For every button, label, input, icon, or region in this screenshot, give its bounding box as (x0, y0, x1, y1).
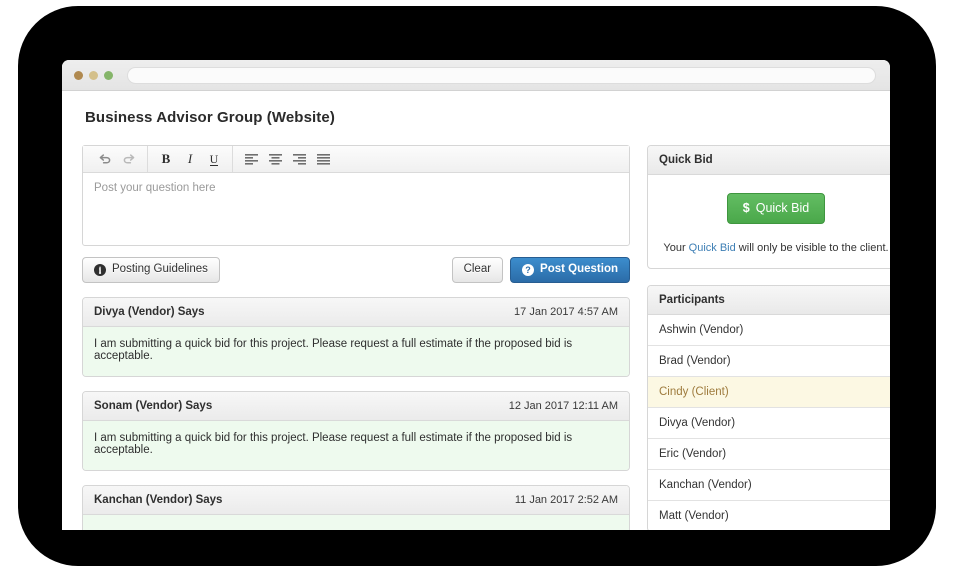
post-author: Kanchan (Vendor) Says (94, 494, 223, 506)
sidebar: Quick Bid $ Quick Bid Your Quick Bid wil… (647, 145, 890, 530)
quick-bid-panel: Quick Bid $ Quick Bid Your Quick Bid wil… (647, 145, 890, 269)
participants-panel-title: Participants (648, 285, 890, 315)
list-item[interactable]: Matt (Vendor) (648, 501, 890, 531)
participants-panel: Participants Ashwin (Vendor) Brad (Vendo… (647, 284, 890, 531)
browser-window: Business Advisor Group (Website) B I U P… (62, 60, 890, 530)
list-item[interactable]: Ashwin (Vendor) (648, 315, 890, 346)
main-column: B I U Post your question here i Posting … (82, 145, 630, 530)
editor-toolbar: B I U (83, 146, 629, 173)
post-item: Kanchan (Vendor) Says 11 Jan 2017 2:52 A… (82, 485, 630, 530)
post-header: Divya (Vendor) Says 17 Jan 2017 4:57 AM (83, 298, 629, 327)
post-body: I am submitting a quick bid for this pro… (83, 421, 629, 470)
bold-icon[interactable]: B (154, 149, 178, 170)
editor-actions: i Posting Guidelines Clear ? Post Questi… (82, 257, 630, 283)
quick-bid-button-label: Quick Bid (755, 201, 810, 215)
post-author: Divya (Vendor) Says (94, 306, 205, 318)
post-question-label: Post Question (540, 263, 618, 276)
post-date: 11 Jan 2017 2:52 AM (514, 494, 618, 506)
two-column-layout: B I U Post your question here i Posting … (82, 145, 890, 530)
post-header: Kanchan (Vendor) Says 11 Jan 2017 2:52 A… (83, 486, 629, 515)
quick-bid-note-prefix: Your (663, 241, 689, 254)
clear-label: Clear (463, 263, 492, 276)
align-center-icon[interactable] (263, 149, 287, 170)
post-question-button[interactable]: ? Post Question (510, 257, 630, 283)
quick-bid-note-suffix: will only be visible to the client. (735, 241, 889, 254)
undo-icon[interactable] (93, 149, 117, 170)
page-title: Business Advisor Group (Website) (85, 109, 335, 126)
redo-icon[interactable] (117, 149, 141, 170)
post-item: Sonam (Vendor) Says 12 Jan 2017 12:11 AM… (82, 391, 630, 471)
align-left-icon[interactable] (239, 149, 263, 170)
post-item: Divya (Vendor) Says 17 Jan 2017 4:57 AM … (82, 297, 630, 377)
list-item[interactable]: Eric (Vendor) (648, 439, 890, 470)
quick-bid-panel-body: $ Quick Bid Your Quick Bid will only be … (648, 175, 890, 268)
underline-icon[interactable]: U (202, 149, 226, 170)
question-editor: B I U Post your question here (82, 145, 630, 246)
posting-guidelines-button[interactable]: i Posting Guidelines (82, 257, 220, 283)
align-justify-icon[interactable] (311, 149, 335, 170)
list-item[interactable]: Kanchan (Vendor) (648, 470, 890, 501)
info-circle-icon: i (94, 264, 106, 276)
list-item[interactable]: Brad (Vendor) (648, 346, 890, 377)
page-content: Business Advisor Group (Website) B I U P… (62, 91, 890, 530)
question-input[interactable]: Post your question here (83, 173, 629, 245)
window-maximize-button[interactable] (104, 70, 113, 80)
post-body (83, 515, 629, 530)
quick-bid-panel-title: Quick Bid (648, 146, 890, 175)
dollar-icon: $ (742, 201, 750, 215)
participants-list: Ashwin (Vendor) Brad (Vendor) Cindy (Cli… (648, 315, 890, 531)
post-author: Sonam (Vendor) Says (94, 400, 213, 412)
post-date: 12 Jan 2017 12:11 AM (508, 400, 618, 412)
address-bar[interactable] (127, 66, 876, 84)
toolbar-group-format: B I U (147, 146, 232, 172)
toolbar-group-align (232, 146, 341, 172)
post-body: I am submitting a quick bid for this pro… (83, 327, 629, 376)
align-right-icon[interactable] (287, 149, 311, 170)
question-circle-icon: ? (522, 264, 535, 276)
quick-bid-note: Your Quick Bid will only be visible to t… (660, 242, 890, 254)
editor-actions-right: Clear ? Post Question (451, 257, 630, 283)
browser-titlebar (62, 60, 890, 91)
quick-bid-button[interactable]: $ Quick Bid (726, 193, 826, 224)
list-item[interactable]: Divya (Vendor) (648, 408, 890, 439)
toolbar-group-history (87, 146, 147, 172)
window-minimize-button[interactable] (89, 70, 98, 80)
italic-icon[interactable]: I (178, 149, 202, 170)
quick-bid-note-link[interactable]: Quick Bid (689, 242, 736, 254)
post-header: Sonam (Vendor) Says 12 Jan 2017 12:11 AM (83, 392, 629, 421)
clear-button[interactable]: Clear (451, 257, 504, 283)
list-item[interactable]: Cindy (Client) (648, 376, 890, 408)
post-date: 17 Jan 2017 4:57 AM (514, 306, 618, 318)
window-close-button[interactable] (74, 70, 83, 80)
posting-guidelines-label: Posting Guidelines (112, 263, 208, 276)
